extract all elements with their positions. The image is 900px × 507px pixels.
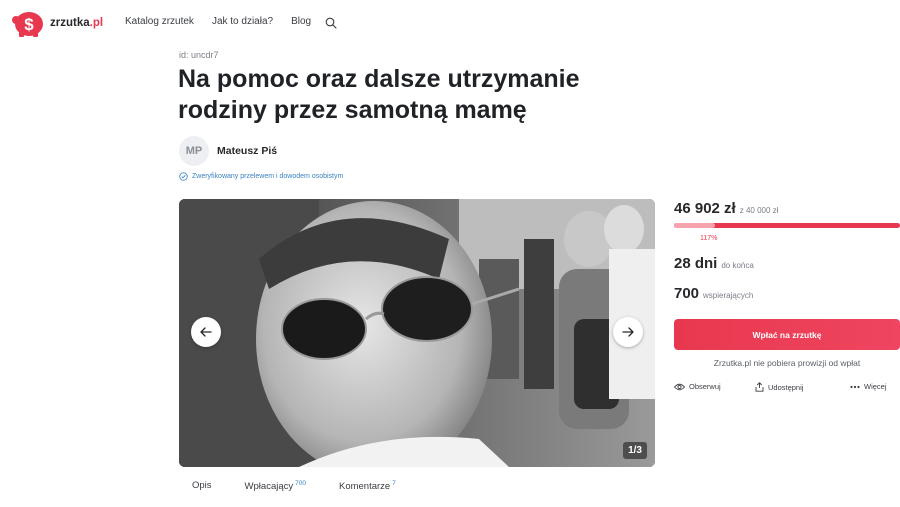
more-dots-icon — [850, 385, 860, 388]
supporters-label: wspierających — [703, 291, 754, 300]
progress-percent: 117% — [700, 235, 718, 242]
tab-label: Opis — [192, 480, 212, 491]
tab-count: 7 — [392, 480, 396, 487]
svg-text:$: $ — [24, 15, 34, 34]
logo-suffix: .pl — [89, 17, 104, 29]
progress-fill — [674, 223, 715, 228]
main-nav: Katalog zrzutek Jak to działa? Blog — [125, 16, 329, 27]
no-fee-note: Zrzutka.pl nie pobiera prowizji od wpłat — [713, 358, 861, 368]
share-icon — [755, 382, 764, 392]
days-value: 28 dni — [674, 255, 718, 272]
campaign-id: id: uncdr7 — [179, 50, 219, 60]
check-circle-icon — [179, 172, 188, 181]
photo-gallery[interactable]: 1/3 — [179, 199, 655, 467]
top-navbar: $ zrzutka.pl Katalog zrzutek Jak to dzia… — [0, 0, 900, 46]
gallery-next-button[interactable] — [613, 317, 643, 347]
piggy-bank-logo-icon: $ — [10, 8, 46, 38]
nav-blog[interactable]: Blog — [291, 16, 311, 27]
follow-label: Obserwuj — [689, 382, 721, 391]
search-icon[interactable] — [325, 16, 337, 29]
follow-button[interactable]: Obserwuj — [674, 382, 721, 391]
more-label: Więcej — [864, 382, 887, 391]
tab-description[interactable]: Opis — [192, 480, 212, 492]
share-label: Udostępnij — [768, 382, 804, 392]
tab-comments[interactable]: Komentarze 7 — [339, 480, 396, 492]
nav-catalog[interactable]: Katalog zrzutek — [125, 16, 194, 27]
progress-bar — [674, 223, 900, 228]
arrow-left-icon — [200, 327, 212, 337]
tab-count: 700 — [295, 480, 306, 487]
logo-text: zrzutka — [50, 17, 90, 29]
gallery-prev-button[interactable] — [191, 317, 221, 347]
verified-text: Zweryfikowany przelewem i dowodem osobis… — [192, 173, 344, 180]
author-name[interactable]: Mateusz Piś — [217, 145, 277, 157]
gallery-counter: 1/3 — [623, 442, 647, 459]
share-button[interactable]: Udostępnij — [755, 382, 803, 392]
verified-badge: Zweryfikowany przelewem i dowodem osobis… — [179, 172, 343, 181]
days-label: do końca — [721, 261, 754, 270]
amount-value: 46 902 zł — [674, 200, 736, 217]
goal-value: z 40 000 zł — [739, 206, 779, 215]
logo[interactable]: $ zrzutka.pl — [10, 8, 103, 38]
tab-donors[interactable]: Wpłacający 700 — [245, 480, 306, 492]
campaign-photo — [179, 199, 655, 467]
more-button[interactable]: Więcej — [850, 382, 887, 391]
donate-button[interactable]: Wpłać na zrzutkę — [674, 319, 900, 350]
page-title: Na pomoc oraz dalsze utrzymanie rodziny … — [178, 65, 580, 124]
amount-raised: 46 902 zł z 40 000 zł — [674, 200, 778, 217]
arrow-right-icon — [622, 327, 634, 337]
eye-icon — [674, 383, 685, 390]
author-block[interactable]: MP Mateusz Piś — [179, 136, 277, 166]
avatar: MP — [179, 136, 209, 166]
content-tabs: Opis Wpłacający 700 Komentarze 7 — [179, 480, 416, 492]
action-bar: Obserwuj Udostępnij Więcej — [674, 382, 900, 396]
days-left: 28 dni do końca — [674, 255, 754, 272]
supporters-value: 700 — [674, 285, 700, 302]
nav-how-it-works[interactable]: Jak to działa? — [212, 16, 273, 27]
tab-label: Wpłacający — [244, 481, 294, 493]
tab-label: Komentarze — [338, 481, 391, 493]
supporters-count: 700 wspierających — [674, 285, 753, 302]
